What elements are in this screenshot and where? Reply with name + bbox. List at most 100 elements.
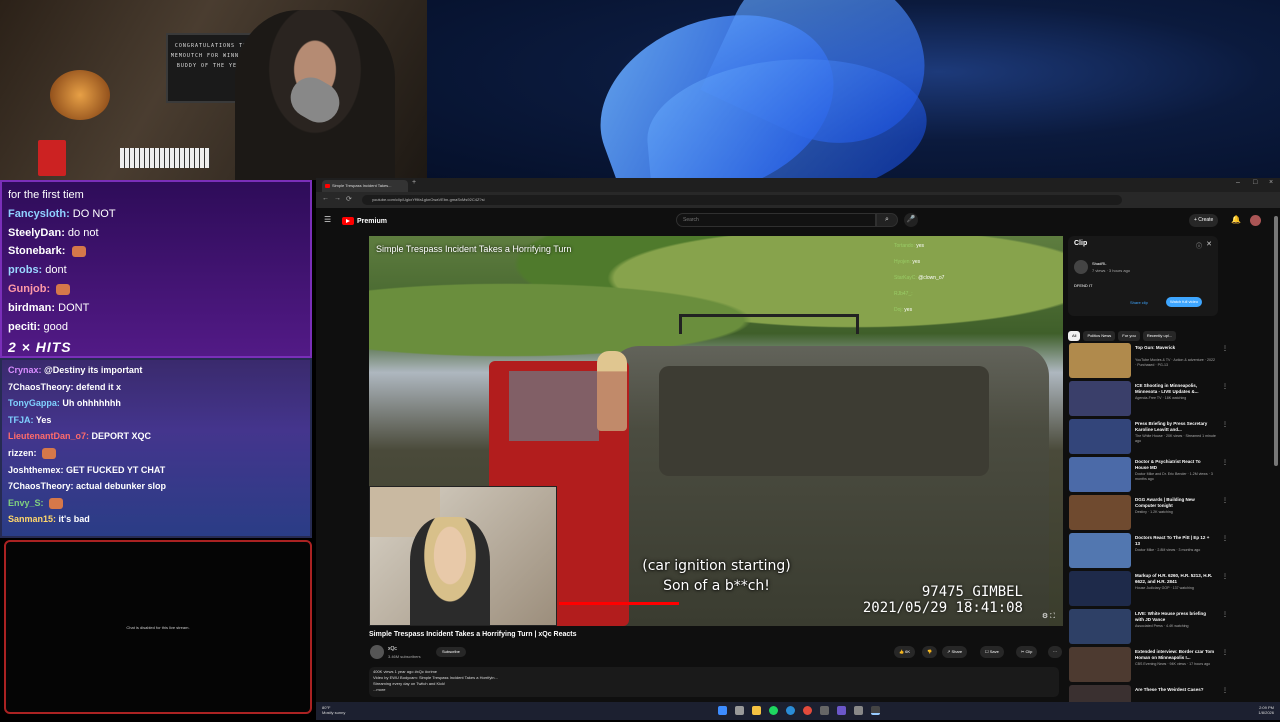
more-options-icon[interactable]: ⋮ bbox=[1222, 497, 1228, 504]
clip-button[interactable]: ✂ Clip bbox=[1016, 646, 1038, 658]
video-thumbnail[interactable] bbox=[1069, 533, 1131, 568]
recommended-title[interactable]: Doctors React To The Pitt | Ep 12 + 13 bbox=[1135, 535, 1215, 547]
channel-avatar[interactable] bbox=[370, 645, 384, 659]
new-tab-icon[interactable]: + bbox=[412, 179, 416, 186]
youtube-logo[interactable]: Premium bbox=[342, 215, 387, 227]
more-options-icon[interactable]: ⋮ bbox=[1222, 687, 1228, 694]
recommended-title[interactable]: Markup of H.R. 6260, H.R. 5213, H.R. 662… bbox=[1135, 573, 1215, 585]
filter-chip[interactable]: Recently upl... bbox=[1142, 331, 1177, 341]
chat-username[interactable]: LieutenantDan_o7: bbox=[8, 431, 89, 441]
close-icon[interactable]: ✕ bbox=[1206, 240, 1212, 248]
filter-chip[interactable]: For you bbox=[1118, 331, 1140, 341]
more-options-icon[interactable]: ⋮ bbox=[1222, 535, 1228, 542]
save-button[interactable]: ☐ Save bbox=[980, 646, 1004, 658]
watch-full-video-button[interactable]: Watch full video bbox=[1166, 297, 1203, 307]
more-options-icon[interactable]: ⋮ bbox=[1222, 573, 1228, 580]
chat-username[interactable]: Gunjob: bbox=[8, 283, 50, 295]
filter-chip[interactable]: Politics News bbox=[1083, 331, 1116, 341]
recommended-video[interactable]: LIVE: White House press briefing with JD… bbox=[1068, 608, 1228, 646]
recommended-video[interactable]: Extended interview: Border czar Tom Homa… bbox=[1068, 646, 1228, 684]
recommended-video[interactable]: Doctor & Psychiatrist React To House MD D… bbox=[1068, 456, 1228, 494]
more-options-icon[interactable]: ⋮ bbox=[1222, 459, 1228, 466]
video-thumbnail[interactable] bbox=[1069, 647, 1131, 682]
chat-username[interactable]: SteelyDan: bbox=[8, 227, 65, 239]
video-thumbnail[interactable] bbox=[1069, 457, 1131, 492]
edge-icon[interactable] bbox=[786, 706, 795, 715]
recommended-video[interactable]: DGG Awards | Building New Computer tonig… bbox=[1068, 494, 1228, 532]
chat-username[interactable]: probs: bbox=[8, 264, 42, 276]
video-thumbnail[interactable] bbox=[1069, 609, 1131, 644]
search-input[interactable]: Search bbox=[676, 213, 876, 227]
maximize-icon[interactable]: □ bbox=[1253, 179, 1257, 186]
video-thumbnail[interactable] bbox=[1069, 381, 1131, 416]
back-icon[interactable]: ← bbox=[322, 195, 329, 202]
more-options-icon[interactable]: ⋮ bbox=[1222, 649, 1228, 656]
chat-username[interactable]: Crynax: bbox=[8, 365, 42, 375]
chat-username[interactable]: Sanman15: bbox=[8, 514, 56, 524]
chat-username[interactable]: Stonebark: bbox=[8, 245, 65, 257]
recommended-title[interactable]: Press Briefing by Press Secretary Karoli… bbox=[1135, 421, 1215, 433]
search-icon[interactable]: ⌕ bbox=[876, 213, 898, 227]
share-button[interactable]: ↗ Share bbox=[942, 646, 968, 658]
forward-icon[interactable]: → bbox=[334, 195, 341, 202]
chat-username[interactable]: birdman: bbox=[8, 302, 55, 314]
weather-widget[interactable]: 80°F Mostly sunny bbox=[322, 705, 345, 715]
minimize-icon[interactable]: – bbox=[1236, 179, 1240, 186]
recommended-title[interactable]: LIVE: White House press briefing with JD… bbox=[1135, 611, 1215, 623]
more-options-icon[interactable]: ⋮ bbox=[1222, 611, 1228, 618]
reload-icon[interactable]: ⟳ bbox=[346, 195, 352, 203]
create-button[interactable]: + Create bbox=[1189, 214, 1219, 227]
chat-username[interactable]: Joshthemex: bbox=[8, 465, 64, 475]
chat-username[interactable]: peciti: bbox=[8, 321, 40, 333]
settings-icon[interactable]: ⚙ bbox=[1042, 613, 1048, 620]
chat-username[interactable]: Fancysloth: bbox=[8, 208, 70, 220]
like-button[interactable]: 👍 6K bbox=[894, 646, 915, 658]
search-taskbar-icon[interactable] bbox=[735, 706, 744, 715]
more-options-icon[interactable]: ⋮ bbox=[1222, 383, 1228, 390]
video-thumbnail[interactable] bbox=[1069, 571, 1131, 606]
video-thumbnail[interactable] bbox=[1069, 419, 1131, 454]
video-player[interactable]: Simple Trespass Incident Takes a Horrify… bbox=[369, 236, 1063, 626]
recommended-video[interactable]: ICE Shooting in Minneapolis, Minnesota -… bbox=[1068, 380, 1228, 418]
close-icon[interactable]: × bbox=[1269, 179, 1273, 186]
recommended-title[interactable]: ICE Shooting in Minneapolis, Minnesota -… bbox=[1135, 383, 1215, 395]
video-thumbnail[interactable] bbox=[1069, 495, 1131, 530]
recommended-title[interactable]: Doctor & Psychiatrist React To House MD bbox=[1135, 459, 1215, 471]
chat-username[interactable]: TonyGappa: bbox=[8, 398, 60, 408]
app-icon[interactable] bbox=[820, 706, 829, 715]
more-actions-icon[interactable]: ⋯ bbox=[1048, 646, 1062, 658]
dislike-button[interactable]: 👎 bbox=[922, 646, 937, 658]
info-icon[interactable]: ⓘ bbox=[1196, 241, 1202, 250]
desc-more-link[interactable]: ...more bbox=[373, 687, 1055, 693]
filter-chip[interactable]: All bbox=[1068, 331, 1081, 341]
active-app-icon[interactable] bbox=[871, 706, 880, 715]
recommended-title[interactable]: Top Gun: Maverick bbox=[1135, 345, 1215, 351]
progress-bar[interactable] bbox=[559, 602, 679, 605]
video-description[interactable]: 400K views 1 year ago #xQc #crime Video … bbox=[369, 667, 1059, 697]
recommended-video[interactable]: Press Briefing by Press Secretary Karoli… bbox=[1068, 418, 1228, 456]
recommended-title[interactable]: Extended interview: Border czar Tom Homa… bbox=[1135, 649, 1215, 661]
scrollbar[interactable] bbox=[1274, 216, 1278, 466]
spotify-icon[interactable] bbox=[769, 706, 778, 715]
voice-search-icon[interactable]: 🎤 bbox=[904, 213, 918, 227]
obs-icon[interactable] bbox=[837, 706, 846, 715]
account-avatar[interactable] bbox=[1250, 215, 1261, 226]
chrome-icon[interactable] bbox=[803, 706, 812, 715]
windows-start-icon[interactable] bbox=[718, 706, 727, 715]
app-icon[interactable] bbox=[854, 706, 863, 715]
more-options-icon[interactable]: ⋮ bbox=[1222, 421, 1228, 428]
recommended-title[interactable]: DGG Awards | Building New Computer tonig… bbox=[1135, 497, 1215, 509]
recommended-video[interactable]: Doctors React To The Pitt | Ep 12 + 13 Do… bbox=[1068, 532, 1228, 570]
chat-username[interactable]: rizzen: bbox=[8, 448, 37, 458]
system-clock[interactable]: 2:09 PM 1/8/2026 bbox=[1258, 705, 1274, 715]
more-options-icon[interactable]: ⋮ bbox=[1222, 345, 1228, 352]
video-thumbnail[interactable] bbox=[1069, 343, 1131, 378]
recommended-title[interactable]: Are These The Weirdest Cases? bbox=[1135, 687, 1215, 693]
hamburger-menu-icon[interactable]: ☰ bbox=[324, 215, 331, 224]
file-explorer-icon[interactable] bbox=[752, 706, 761, 715]
chat-username[interactable]: 7ChaosTheory: bbox=[8, 382, 74, 392]
share-clip-button[interactable]: Share clip bbox=[1130, 300, 1148, 305]
chat-username[interactable]: 7ChaosTheory: bbox=[8, 481, 74, 491]
tab-youtube[interactable]: Simple Trespass Incident Takes... bbox=[322, 180, 408, 192]
subscribe-button[interactable]: Subscribe bbox=[436, 647, 466, 657]
